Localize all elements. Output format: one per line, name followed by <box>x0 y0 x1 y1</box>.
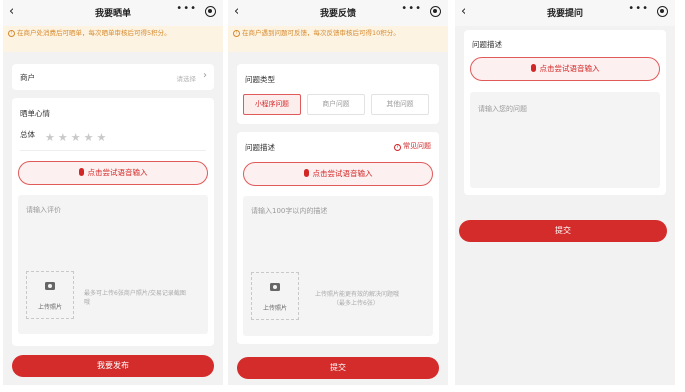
navbar: ‹ 我要提问 ••• <box>455 0 675 26</box>
star-icon[interactable]: ★ <box>58 131 68 144</box>
voice-input-button[interactable]: 点击尝试语音输入 <box>18 161 208 185</box>
publish-button[interactable]: 我要发布 <box>12 355 214 377</box>
divider <box>20 150 206 151</box>
upload-hint-limit: （最多上传6张） <box>333 300 379 307</box>
submit-button[interactable]: 提交 <box>237 357 439 379</box>
more-icon[interactable]: ••• <box>176 3 197 14</box>
upload-photo-button[interactable]: 上传照片 <box>26 271 74 319</box>
description-card: 问题描述 ? 常见问题 点击尝试语音输入 请输入100字以内的描述 上传照片 上传… <box>237 132 439 344</box>
merchant-row[interactable]: 商户 请选择 › <box>12 64 214 90</box>
upload-photo-label: 上传照片 <box>262 305 287 312</box>
type-option-merchant[interactable]: 商户问题 <box>307 94 365 115</box>
voice-input-button[interactable]: 点击尝试语音输入 <box>470 57 660 81</box>
question-textarea[interactable]: 请输入您的问题 <box>470 92 660 188</box>
info-icon: ! <box>233 30 240 37</box>
star-icon[interactable]: ★ <box>84 131 94 144</box>
star-icon[interactable]: ★ <box>45 131 55 144</box>
camera-icon <box>270 283 280 291</box>
upload-photo-label: 上传照片 <box>37 304 62 311</box>
upload-hint: 最多可上传6张商户照片/交易记录截图哦 <box>84 290 186 306</box>
screenshot-stage: ‹ 我要晒单 ••• ! 在商户处消费后可晒单，每次晒单审核后可得5积分。 商户… <box>0 0 685 392</box>
review-textarea[interactable]: 请输入评价 上传照片 最多可上传6张商户照片/交易记录截图哦 <box>18 195 208 334</box>
voice-input-label: 点击尝试语音输入 <box>539 64 600 73</box>
type-option-other[interactable]: 其他问题 <box>371 94 429 115</box>
faq-label: 常见问题 <box>403 142 431 150</box>
description-textarea[interactable]: 请输入100字以内的描述 上传照片 上传照片能更有效的解决问题哦 （最多上传6张… <box>243 196 433 336</box>
voice-input-label: 点击尝试语音输入 <box>87 168 148 177</box>
camera-icon <box>45 282 55 290</box>
chevron-right-icon: › <box>203 70 207 81</box>
star-rating[interactable]: ★ ★ ★ ★ ★ <box>45 126 109 145</box>
overall-label: 总体 <box>20 130 35 139</box>
notice-text: 在商户遇到问题可反馈，每次反馈审核后可得10积分。 <box>242 29 400 37</box>
close-mini-program-icon[interactable] <box>205 6 216 17</box>
screen-feedback: ‹ 我要反馈 ••• ! 在商户遇到问题可反馈，每次反馈审核后可得10积分。 问… <box>228 0 448 385</box>
notice-text: 在商户处消费后可晒单，每次晒单审核后可得5积分。 <box>17 29 171 37</box>
voice-input-button[interactable]: 点击尝试语音输入 <box>243 162 433 186</box>
screen-post-review: ‹ 我要晒单 ••• ! 在商户处消费后可晒单，每次晒单审核后可得5积分。 商户… <box>3 0 223 385</box>
microphone-icon <box>303 169 309 177</box>
review-placeholder: 请输入评价 <box>26 206 61 214</box>
question-placeholder: 请输入您的问题 <box>478 105 527 113</box>
microphone-icon <box>530 64 536 72</box>
star-icon[interactable]: ★ <box>97 131 107 144</box>
notice-banner: ! 在商户处消费后可晒单，每次晒单审核后可得5积分。 <box>3 26 223 52</box>
submit-button[interactable]: 提交 <box>459 220 667 242</box>
notice-banner: ! 在商户遇到问题可反馈，每次反馈审核后可得10积分。 <box>228 26 448 52</box>
navbar: ‹ 我要反馈 ••• <box>228 0 448 26</box>
navbar: ‹ 我要晒单 ••• <box>3 0 223 26</box>
type-option-mini-program[interactable]: 小程序问题 <box>243 94 301 115</box>
upload-hint: 上传照片能更有效的解决问题哦 <box>315 291 400 298</box>
microphone-icon <box>78 168 84 176</box>
faq-link[interactable]: ? 常见问题 <box>394 141 431 151</box>
description-label: 问题描述 <box>245 143 275 152</box>
type-label: 问题类型 <box>245 75 275 84</box>
info-icon: ! <box>8 30 15 37</box>
screen-ask-question: ‹ 我要提问 ••• 问题描述 点击尝试语音输入 请输入您的问题 提交 <box>455 0 675 385</box>
close-mini-program-icon[interactable] <box>430 6 441 17</box>
question-circle-icon: ? <box>394 144 401 151</box>
question-card: 问题描述 点击尝试语音输入 请输入您的问题 <box>464 30 666 195</box>
description-label: 问题描述 <box>472 40 502 49</box>
voice-input-label: 点击尝试语音输入 <box>312 169 373 178</box>
mood-label: 晒单心情 <box>20 109 50 118</box>
merchant-select[interactable]: 请选择 <box>177 73 197 83</box>
description-placeholder: 请输入100字以内的描述 <box>251 207 328 215</box>
close-mini-program-icon[interactable] <box>657 6 668 17</box>
star-icon[interactable]: ★ <box>71 131 81 144</box>
more-icon[interactable]: ••• <box>628 3 649 14</box>
merchant-label: 商户 <box>20 73 35 82</box>
review-card: 晒单心情 总体 ★ ★ ★ ★ ★ 点击尝试语音输入 请输入评价 上传照片 最多可上传6… <box>12 98 214 346</box>
more-icon[interactable]: ••• <box>401 3 422 14</box>
type-card: 问题类型 小程序问题 商户问题 其他问题 <box>237 64 439 124</box>
upload-photo-button[interactable]: 上传照片 <box>251 272 299 320</box>
